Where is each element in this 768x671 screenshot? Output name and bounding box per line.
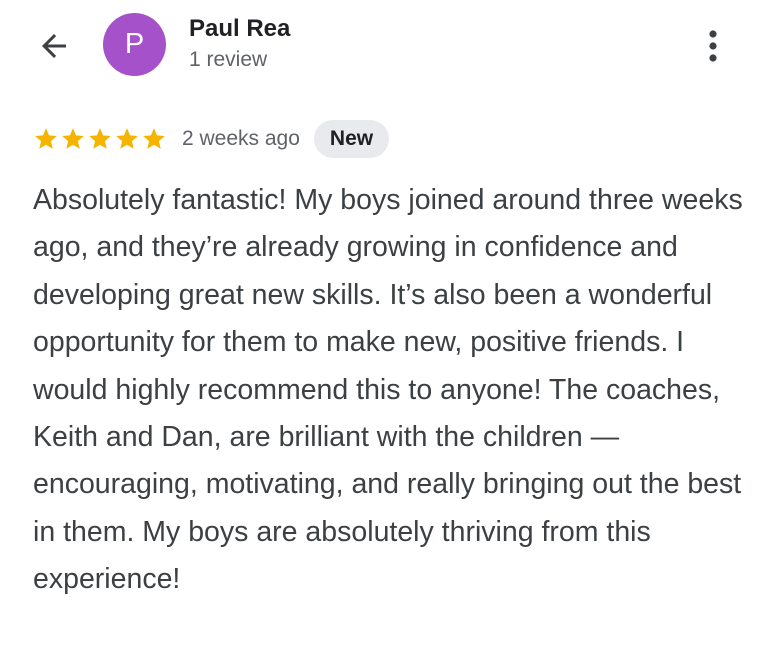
review-text: Absolutely fantastic! My boys joined aro… — [33, 184, 743, 596]
avatar[interactable]: P — [103, 13, 166, 76]
star-icon — [89, 128, 111, 149]
more-options-button[interactable] — [698, 26, 728, 66]
avatar-letter: P — [124, 28, 145, 60]
star-icon — [62, 128, 84, 149]
more-vert-icon — [709, 30, 717, 62]
new-badge: New — [313, 120, 390, 158]
star-icon — [116, 128, 138, 149]
user-name[interactable]: Paul Rea — [189, 14, 290, 44]
star-rating — [33, 126, 168, 152]
back-button[interactable] — [32, 26, 76, 66]
review-date: 2 weeks ago — [182, 127, 300, 150]
review-count: 1 review — [189, 48, 268, 71]
star-icon — [143, 128, 165, 149]
arrow-back-icon — [42, 34, 66, 58]
star-icon — [35, 128, 57, 149]
review-meta: 2 weeks ago New — [33, 120, 390, 158]
